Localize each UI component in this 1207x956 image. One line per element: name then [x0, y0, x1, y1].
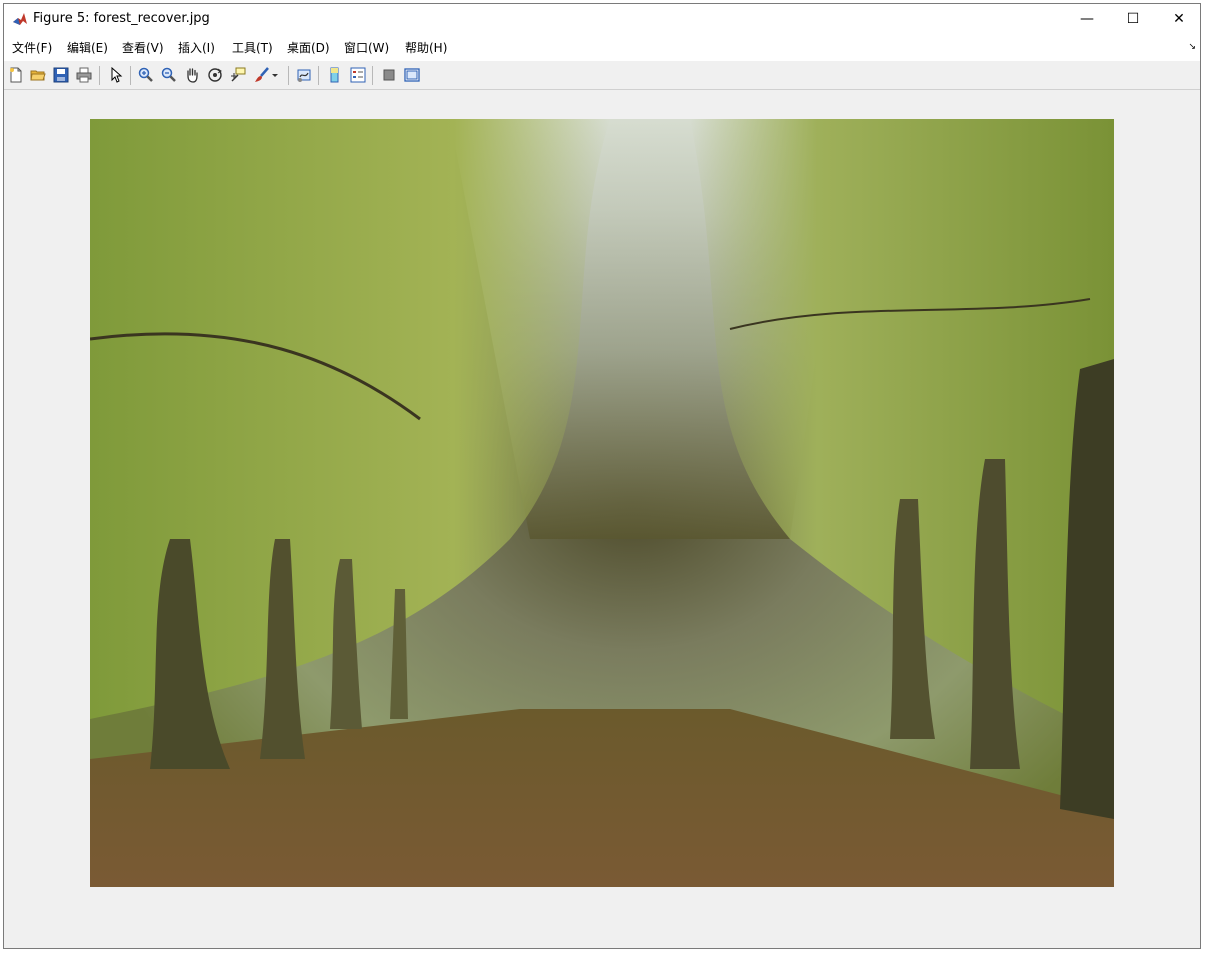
minimize-button[interactable]: —: [1064, 4, 1110, 34]
close-button[interactable]: ✕: [1156, 4, 1200, 34]
menu-window[interactable]: 窗口(W): [344, 39, 389, 56]
pan-hand-icon[interactable]: [182, 65, 202, 85]
hide-plot-tools-icon[interactable]: [379, 65, 399, 85]
figure-toolbar: [4, 61, 1200, 90]
menu-view[interactable]: 查看(V): [122, 39, 164, 56]
figure-window: Figure 5: forest_recover.jpg — ☐ ✕ 文件(F)…: [3, 3, 1201, 949]
show-plot-tools-icon[interactable]: [402, 65, 422, 85]
window-title: Figure 5: forest_recover.jpg: [33, 11, 210, 26]
brush-icon[interactable]: [252, 65, 272, 85]
data-cursor-icon[interactable]: [228, 65, 248, 85]
pointer-icon[interactable]: [106, 65, 126, 85]
zoom-in-icon[interactable]: [136, 65, 156, 85]
toolbar-separator: [288, 66, 289, 85]
figure-canvas: [4, 90, 1200, 948]
menu-desktop[interactable]: 桌面(D): [287, 39, 330, 56]
link-plot-icon[interactable]: [294, 65, 314, 85]
toolbar-separator: [318, 66, 319, 85]
colorbar-icon[interactable]: [325, 65, 345, 85]
toolbar-separator: [99, 66, 100, 85]
toolbar-separator: [130, 66, 131, 85]
menu-edit[interactable]: 编辑(E): [67, 39, 108, 56]
dock-arrow-icon[interactable]: ↘: [1188, 42, 1196, 52]
zoom-out-icon[interactable]: [159, 65, 179, 85]
menu-bar: 文件(F) 编辑(E) 查看(V) 插入(I) 工具(T) 桌面(D) 窗口(W…: [4, 34, 1200, 62]
matlab-logo-icon: [12, 11, 28, 27]
open-file-icon[interactable]: [28, 65, 48, 85]
print-icon[interactable]: [74, 65, 94, 85]
brush-dropdown-icon[interactable]: [270, 65, 280, 85]
title-bar[interactable]: Figure 5: forest_recover.jpg — ☐ ✕: [4, 4, 1200, 34]
toolbar-separator: [372, 66, 373, 85]
menu-tools[interactable]: 工具(T): [232, 39, 273, 56]
save-icon[interactable]: [51, 65, 71, 85]
new-figure-icon[interactable]: [6, 65, 26, 85]
rotate-3d-icon[interactable]: [205, 65, 225, 85]
menu-file[interactable]: 文件(F): [12, 39, 52, 56]
forest-photo[interactable]: [90, 119, 1114, 887]
menu-insert[interactable]: 插入(I): [178, 39, 215, 56]
menu-help[interactable]: 帮助(H): [405, 39, 447, 56]
maximize-button[interactable]: ☐: [1110, 4, 1156, 34]
legend-icon[interactable]: [348, 65, 368, 85]
